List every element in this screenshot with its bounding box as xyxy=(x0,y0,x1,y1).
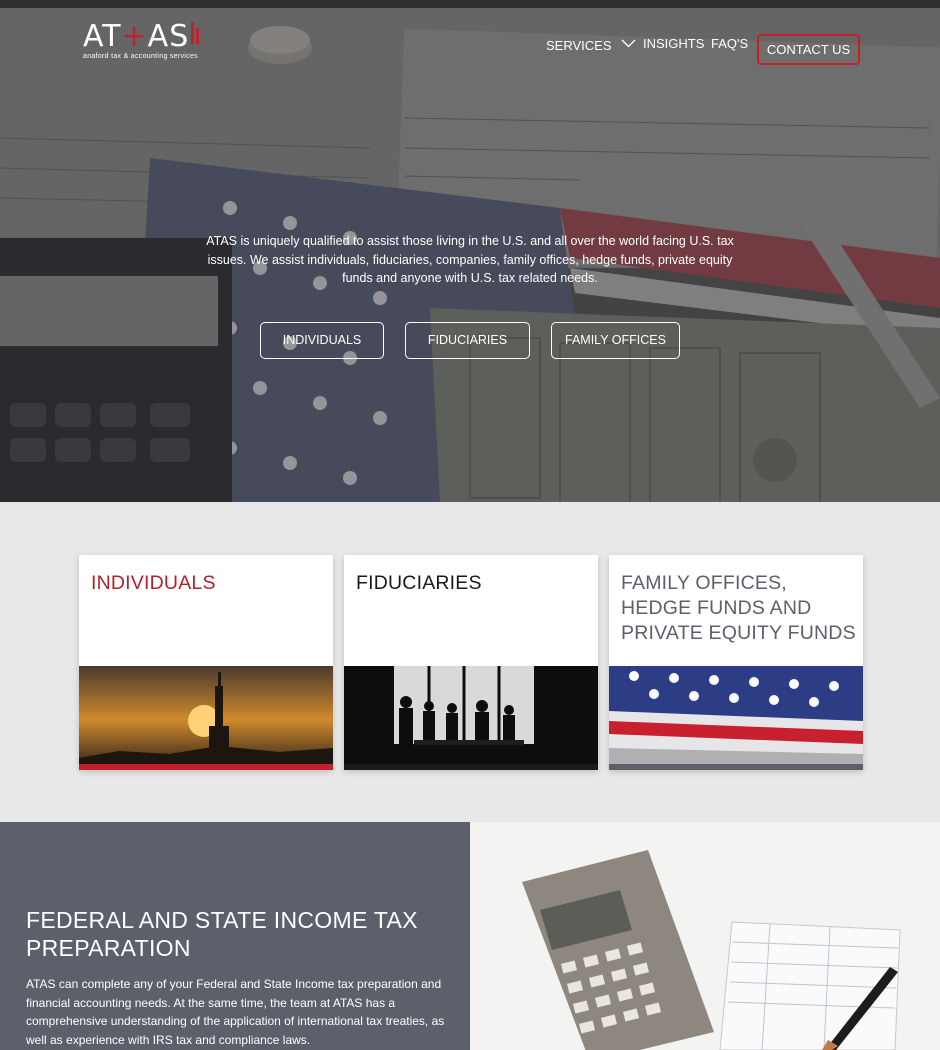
service-cards-section: INDIVIDUALS FIDUCIARIES FAMILY OFFICES, … xyxy=(0,502,940,822)
nav-services-label: SERVICES xyxy=(546,38,612,53)
top-strip xyxy=(0,0,940,8)
section-title: FEDERAL AND STATE INCOME TAX PREPARATION xyxy=(26,907,418,961)
hero-description: ATAS is uniquely qualified to assist tho… xyxy=(206,234,734,285)
logo-text-left: AT xyxy=(83,19,122,54)
card-individuals[interactable]: INDIVIDUALS xyxy=(79,555,333,770)
meeting-silhouettes-image xyxy=(344,666,598,764)
logo-subtitle: anaford tax & accounting services xyxy=(83,53,198,60)
card-individuals-accent xyxy=(79,764,333,770)
calculator-ledger-image xyxy=(470,822,940,1050)
nav-services[interactable]: SERVICES xyxy=(546,36,636,53)
hero-family-offices-button[interactable]: FAMILY OFFICES xyxy=(551,322,680,359)
logo-text-right: AS xyxy=(147,19,190,54)
site-logo[interactable]: AT+AS anaford tax & accounting services xyxy=(83,19,200,60)
nav-insights[interactable]: INSIGHTS xyxy=(643,36,704,51)
section-body: ATAS can complete any of your Federal an… xyxy=(26,977,445,1047)
logo-bar-mark xyxy=(191,22,195,44)
calculator-image-panel xyxy=(470,822,940,1050)
card-family-offices[interactable]: FAMILY OFFICES, HEDGE FUNDS AND PRIVATE … xyxy=(609,555,863,770)
card-family-offices-accent xyxy=(609,764,863,770)
hero-section: AT+AS anaford tax & accounting services … xyxy=(0,8,940,502)
tax-preparation-section: FEDERAL AND STATE INCOME TAX PREPARATION… xyxy=(0,822,940,1050)
tax-preparation-panel: FEDERAL AND STATE INCOME TAX PREPARATION… xyxy=(0,822,470,1050)
logo-bar-mark-small xyxy=(196,28,200,44)
statue-of-liberty-image xyxy=(79,666,333,764)
chevron-down-icon xyxy=(621,36,636,51)
card-individuals-title: INDIVIDUALS xyxy=(91,572,216,594)
card-fiduciaries-accent xyxy=(344,764,598,770)
card-family-offices-title: FAMILY OFFICES, HEDGE FUNDS AND PRIVATE … xyxy=(621,572,856,644)
hero-fiduciaries-button[interactable]: FIDUCIARIES xyxy=(405,322,530,359)
contact-us-button[interactable]: CONTACT US xyxy=(757,34,860,65)
logo-plus: + xyxy=(121,19,148,54)
card-fiduciaries[interactable]: FIDUCIARIES xyxy=(344,555,598,770)
american-flag-image xyxy=(609,666,863,764)
hero-individuals-button[interactable]: INDIVIDUALS xyxy=(260,322,384,359)
nav-faqs[interactable]: FAQ'S xyxy=(711,36,748,51)
card-fiduciaries-title: FIDUCIARIES xyxy=(356,572,482,594)
